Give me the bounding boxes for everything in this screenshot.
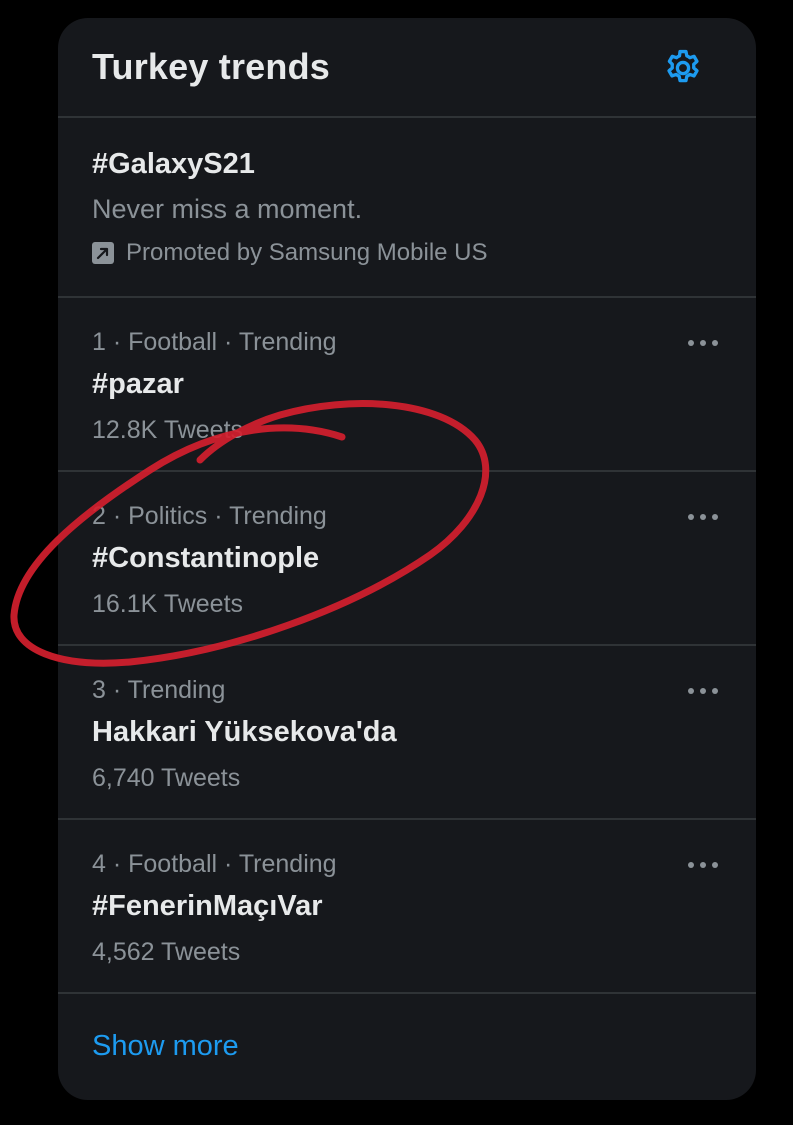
promoted-arrow-icon xyxy=(92,242,114,264)
gear-icon[interactable] xyxy=(662,47,704,89)
trend-meta: 2 · Politics · Trending xyxy=(92,502,327,530)
trend-meta: 4 · Football · Trending xyxy=(92,850,337,878)
trend-tweet-count: 16.1K Tweets xyxy=(92,590,244,618)
more-options-icon[interactable] xyxy=(686,334,720,352)
promoted-description: Never miss a moment. xyxy=(92,194,363,224)
trend-meta: 3 · Trending xyxy=(92,676,226,704)
trend-tweet-count: 12.8K Tweets xyxy=(92,416,244,444)
trend-item[interactable]: 3 · Trending Hakkari Yüksekova'da 6,740 … xyxy=(58,646,756,820)
trend-name[interactable]: #FenerinMaçıVar xyxy=(92,890,323,923)
trend-item[interactable]: 1 · Football · Trending #pazar 12.8K Twe… xyxy=(58,298,756,472)
trends-header: Turkey trends xyxy=(58,18,756,118)
trend-name[interactable]: Hakkari Yüksekova'da xyxy=(92,716,397,749)
promoted-hashtag[interactable]: #GalaxyS21 xyxy=(92,148,255,181)
trend-item[interactable]: 4 · Football · Trending #FenerinMaçıVar … xyxy=(58,820,756,994)
trends-title: Turkey trends xyxy=(92,46,331,87)
show-more-link[interactable]: Show more xyxy=(92,1030,239,1063)
trends-card: Turkey trends #GalaxyS21 Never miss a mo… xyxy=(58,18,756,1100)
trend-item[interactable]: 2 · Politics · Trending #Constantinople … xyxy=(58,472,756,646)
trend-name[interactable]: #pazar xyxy=(92,368,184,401)
trend-tweet-count: 6,740 Tweets xyxy=(92,764,241,792)
trend-meta: 1 · Football · Trending xyxy=(92,328,337,356)
more-options-icon[interactable] xyxy=(686,508,720,526)
promoted-by-row: Promoted by Samsung Mobile US xyxy=(92,238,488,268)
promoted-by-label: Promoted by Samsung Mobile US xyxy=(126,239,488,266)
page: Turkey trends #GalaxyS21 Never miss a mo… xyxy=(0,0,793,1125)
trend-name[interactable]: #Constantinople xyxy=(92,542,319,575)
more-options-icon[interactable] xyxy=(686,856,720,874)
trend-tweet-count: 4,562 Tweets xyxy=(92,938,241,966)
promoted-trend[interactable]: #GalaxyS21 Never miss a moment. Promoted… xyxy=(58,118,756,298)
more-options-icon[interactable] xyxy=(686,682,720,700)
